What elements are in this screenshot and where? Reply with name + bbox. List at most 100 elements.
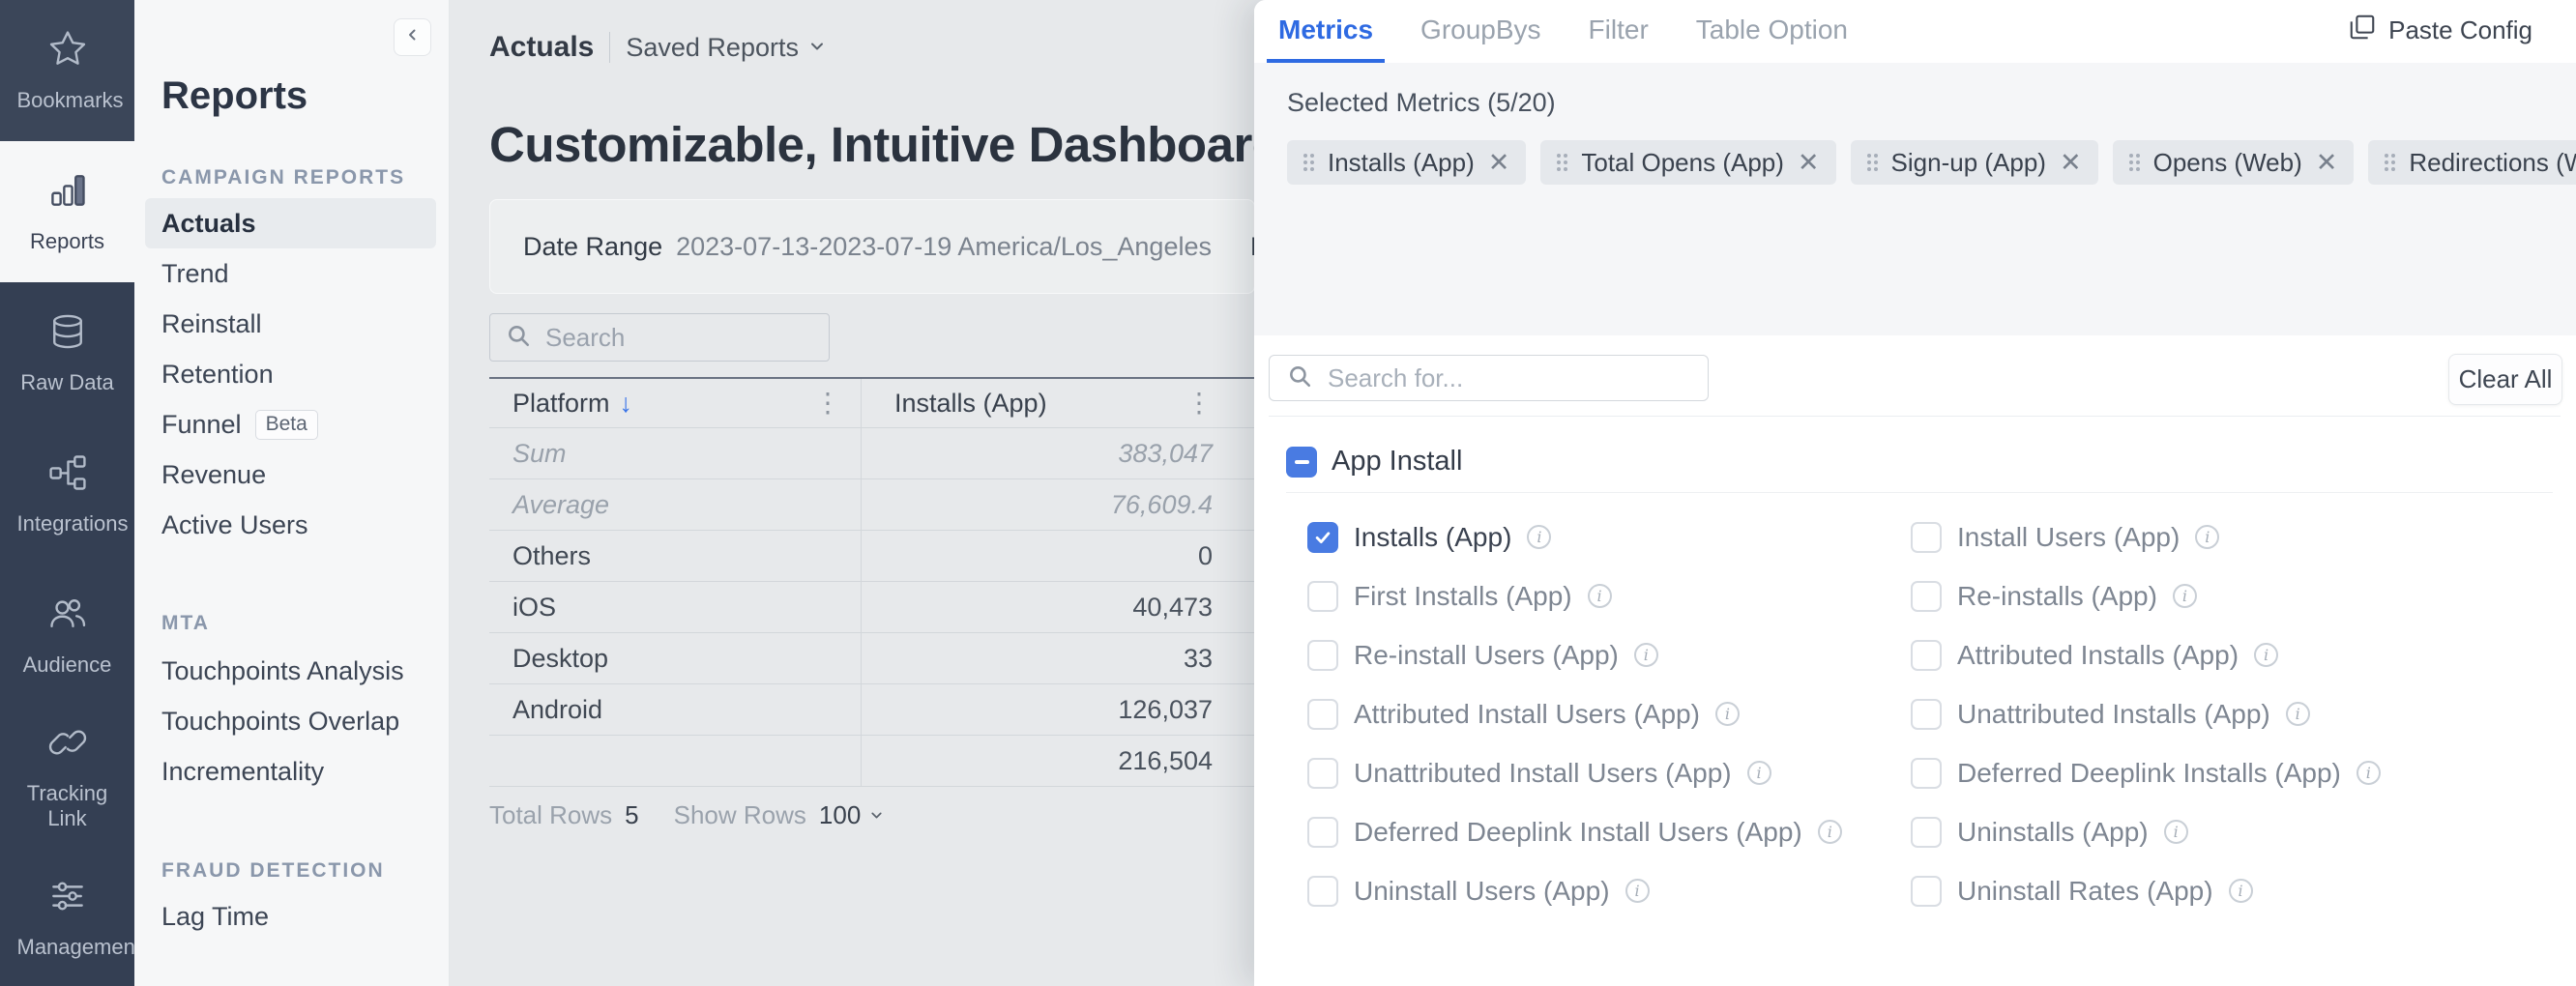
checkbox-indeterminate[interactable] bbox=[1286, 447, 1317, 478]
paste-config-button[interactable]: Paste Config bbox=[2348, 0, 2532, 60]
metric-chip[interactable]: Opens (Web) ✕ bbox=[2113, 140, 2355, 185]
checkbox-unchecked[interactable] bbox=[1911, 699, 1942, 730]
info-icon[interactable]: i bbox=[2164, 820, 2188, 844]
nav-item-bookmarks[interactable]: Bookmarks bbox=[0, 0, 134, 141]
info-icon[interactable]: i bbox=[1747, 761, 1771, 785]
metric-label: First Installs (App) bbox=[1354, 581, 1572, 612]
checkbox-unchecked[interactable] bbox=[1911, 758, 1942, 789]
search-icon bbox=[1287, 363, 1312, 393]
info-icon[interactable]: i bbox=[2195, 525, 2219, 549]
info-icon[interactable]: i bbox=[1715, 702, 1740, 726]
metric-chip[interactable]: Installs (App) ✕ bbox=[1287, 140, 1526, 185]
checkbox-unchecked[interactable] bbox=[1307, 699, 1338, 730]
checkbox-unchecked[interactable] bbox=[1911, 640, 1942, 671]
drag-handle-icon[interactable] bbox=[1557, 154, 1567, 171]
sidebar-item-funnel[interactable]: FunnelBeta bbox=[145, 399, 436, 450]
actuals-table: Platform ↓ ⋮ Installs (App) ⋮ Sum 383,04… bbox=[489, 377, 1255, 787]
sidebar-item-active-users[interactable]: Active Users bbox=[145, 500, 436, 550]
show-rows-dropdown[interactable]: 100 bbox=[819, 800, 885, 830]
column-header-installs-app[interactable]: Installs (App) ⋮ bbox=[862, 379, 1255, 427]
info-icon[interactable]: i bbox=[2229, 879, 2253, 903]
drag-handle-icon[interactable] bbox=[1867, 154, 1878, 171]
sidebar-item-actuals[interactable]: Actuals bbox=[145, 198, 436, 248]
nav-item-integrations[interactable]: Integrations bbox=[0, 423, 134, 565]
info-icon[interactable]: i bbox=[1634, 643, 1658, 667]
column-menu-icon[interactable]: ⋮ bbox=[814, 390, 841, 417]
info-icon[interactable]: i bbox=[2173, 584, 2197, 608]
remove-chip-icon[interactable]: ✕ bbox=[2316, 150, 2338, 176]
sidebar-item-retention[interactable]: Retention bbox=[145, 349, 436, 399]
checkbox-checked[interactable] bbox=[1307, 522, 1338, 553]
metric-option: Attributed Install Users (App) i bbox=[1307, 684, 1907, 743]
remove-chip-icon[interactable]: ✕ bbox=[1488, 150, 1510, 176]
sidebar-item-incrementality[interactable]: Incrementality bbox=[145, 746, 436, 797]
report-config-bar[interactable]: Date Range 2023-07-13-2023-07-19 America… bbox=[489, 199, 1255, 294]
metric-label: Install Users (App) bbox=[1957, 522, 2180, 553]
tab-filter[interactable]: Filter bbox=[1577, 0, 1660, 63]
metric-chip[interactable]: Redirections (Web) ✕ bbox=[2368, 140, 2576, 185]
sidebar-item-touchpoints-overlap[interactable]: Touchpoints Overlap bbox=[145, 696, 436, 746]
sidebar-item-reinstall[interactable]: Reinstall bbox=[145, 299, 436, 349]
column-header-platform[interactable]: Platform ↓ ⋮ bbox=[489, 379, 862, 427]
sort-descending-icon[interactable]: ↓ bbox=[620, 389, 633, 419]
sidebar-item-touchpoints-analysis[interactable]: Touchpoints Analysis bbox=[145, 646, 436, 696]
metric-chip[interactable]: Total Opens (App) ✕ bbox=[1540, 140, 1835, 185]
checkbox-unchecked[interactable] bbox=[1911, 817, 1942, 848]
sidebar-item-revenue[interactable]: Revenue bbox=[145, 450, 436, 500]
checkbox-unchecked[interactable] bbox=[1307, 876, 1338, 907]
nav-item-management[interactable]: Management bbox=[0, 847, 134, 986]
cell-value: 383,047 bbox=[862, 428, 1255, 478]
item-label: Retention bbox=[161, 360, 274, 390]
info-icon[interactable]: i bbox=[1588, 584, 1612, 608]
sidebar-item-lag-time[interactable]: Lag Time bbox=[145, 891, 436, 942]
metric-option: Unattributed Install Users (App) i bbox=[1307, 743, 1907, 802]
saved-reports-dropdown[interactable]: Saved Reports bbox=[626, 33, 827, 63]
tab-groupbys[interactable]: GroupBys bbox=[1409, 0, 1553, 63]
checkbox-unchecked[interactable] bbox=[1307, 640, 1338, 671]
nav-item-reports[interactable]: Reports bbox=[0, 141, 134, 282]
checkbox-unchecked[interactable] bbox=[1911, 581, 1942, 612]
info-icon[interactable]: i bbox=[2356, 761, 2381, 785]
nav-label: Bookmarks bbox=[17, 88, 118, 113]
drag-handle-icon[interactable] bbox=[2129, 154, 2140, 171]
tab-table-option[interactable]: Table Option bbox=[1684, 0, 1859, 63]
item-label: Reinstall bbox=[161, 309, 262, 339]
item-label: Revenue bbox=[161, 460, 266, 490]
item-label: Touchpoints Analysis bbox=[161, 656, 404, 686]
drag-handle-icon[interactable] bbox=[2385, 154, 2395, 171]
sidebar-title: Reports bbox=[161, 74, 307, 118]
checkbox-unchecked[interactable] bbox=[1911, 876, 1942, 907]
page-title: Customizable, Intuitive Dashboarding bbox=[489, 116, 1354, 173]
remove-chip-icon[interactable]: ✕ bbox=[1798, 150, 1820, 176]
clear-all-button[interactable]: Clear All bbox=[2448, 354, 2562, 405]
table-row: Desktop 33 bbox=[489, 633, 1255, 684]
item-label: Trend bbox=[161, 259, 229, 289]
nav-item-audience[interactable]: Audience bbox=[0, 565, 134, 706]
checkbox-unchecked[interactable] bbox=[1307, 758, 1338, 789]
info-icon[interactable]: i bbox=[2254, 643, 2278, 667]
checkbox-unchecked[interactable] bbox=[1911, 522, 1942, 553]
metric-column-left: Installs (App) i First Installs (App) i … bbox=[1307, 508, 1907, 920]
column-menu-icon[interactable]: ⋮ bbox=[1186, 390, 1213, 417]
drag-handle-icon[interactable] bbox=[1303, 154, 1314, 171]
table-row: Android 126,037 bbox=[489, 684, 1255, 736]
metrics-search-input[interactable] bbox=[1326, 362, 1708, 394]
sidebar-item-trend[interactable]: Trend bbox=[145, 248, 436, 299]
remove-chip-icon[interactable]: ✕ bbox=[2060, 150, 2082, 176]
nav-item-raw-data[interactable]: Raw Data bbox=[0, 282, 134, 423]
nav-item-tracking-link[interactable]: Tracking Link bbox=[0, 706, 134, 847]
info-icon[interactable]: i bbox=[1625, 879, 1650, 903]
divider bbox=[1269, 416, 2561, 417]
metric-chip[interactable]: Sign-up (App) ✕ bbox=[1851, 140, 2098, 185]
tab-metrics[interactable]: Metrics bbox=[1267, 0, 1385, 63]
checkbox-unchecked[interactable] bbox=[1307, 581, 1338, 612]
table-search-input[interactable] bbox=[543, 322, 829, 354]
info-icon[interactable]: i bbox=[1527, 525, 1551, 549]
campaign-reports-list: Actuals Trend Reinstall Retention Funnel… bbox=[145, 198, 436, 550]
collapse-sidebar-button[interactable] bbox=[394, 18, 431, 56]
tab-label: Table Option bbox=[1696, 14, 1848, 45]
info-icon[interactable]: i bbox=[1818, 820, 1842, 844]
checkbox-unchecked[interactable] bbox=[1307, 817, 1338, 848]
info-icon[interactable]: i bbox=[2286, 702, 2310, 726]
breadcrumb-current: Actuals bbox=[489, 31, 594, 64]
